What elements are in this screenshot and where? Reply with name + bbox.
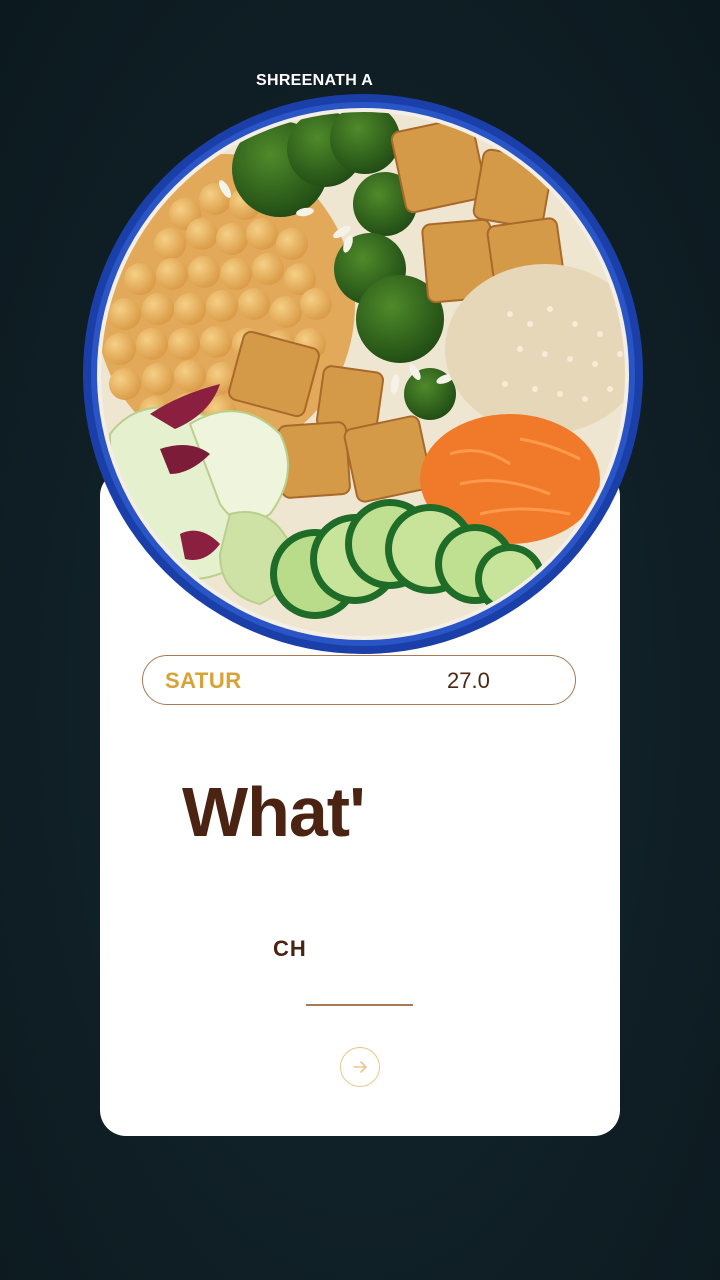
food-bowl-image bbox=[80, 94, 646, 654]
day-value-pill[interactable]: SATUR 27.0 bbox=[142, 655, 576, 705]
day-label: SATUR bbox=[165, 668, 242, 693]
divider bbox=[306, 1004, 413, 1006]
next-button[interactable] bbox=[340, 1047, 380, 1087]
subheading: CH bbox=[273, 936, 307, 961]
headline: What' bbox=[182, 773, 366, 851]
value-label: 27.0 bbox=[447, 668, 490, 693]
arrow-right-icon bbox=[353, 1061, 367, 1073]
author-name: SHREENATH A bbox=[256, 72, 374, 89]
